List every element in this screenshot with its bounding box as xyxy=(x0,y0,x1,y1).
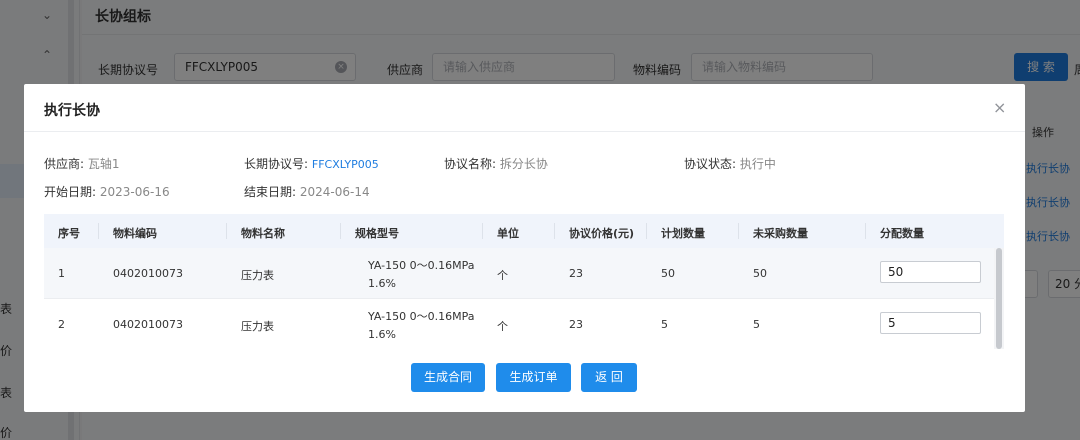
start-date-value: 2023-06-16 xyxy=(99,185,170,199)
price: 23 xyxy=(569,267,583,280)
end-date-value: 2024-06-14 xyxy=(299,185,370,199)
start-date-info: 开始日期: 2023-06-16 xyxy=(44,183,170,200)
price: 23 xyxy=(569,318,583,331)
column-divider xyxy=(340,223,341,239)
unit: 个 xyxy=(497,320,508,333)
supplier-label: 供应商: xyxy=(44,157,85,171)
table-row[interactable]: 1 0402010073 压力表 YA-150 0～0.16MPa 1.6% 个… xyxy=(44,248,994,299)
table-header: 序号 物料编码 物料名称 规格型号 单位 协议价格(元) 计划数量 未采购数量 … xyxy=(44,214,1004,248)
table-scrollbar[interactable] xyxy=(994,248,1004,349)
status-value: 执行中 xyxy=(739,157,776,171)
spec-line: YA-150 0～0.16MPa xyxy=(368,310,475,323)
material-table: 序号 物料编码 物料名称 规格型号 单位 协议价格(元) 计划数量 未采购数量 … xyxy=(44,214,1004,349)
spec-cell: YA-150 0～0.16MPa 1.6% xyxy=(368,257,474,293)
allocation-input[interactable]: 50 xyxy=(880,261,981,283)
material-code: 0402010073 xyxy=(113,267,183,280)
start-date-label: 开始日期: xyxy=(44,185,97,199)
column-divider xyxy=(226,223,227,239)
name-label: 协议名称: xyxy=(444,157,497,171)
row-number: 2 xyxy=(58,318,65,331)
spec-line: YA-150 0～0.16MPa xyxy=(368,259,475,272)
column-divider xyxy=(98,223,99,239)
column-header: 规格型号 xyxy=(355,227,399,240)
column-header: 协议价格(元) xyxy=(569,227,635,240)
remaining-qty: 5 xyxy=(753,318,760,331)
column-header: 分配数量 xyxy=(880,227,924,240)
column-divider xyxy=(646,223,647,239)
end-date-label: 结束日期: xyxy=(244,185,297,199)
row-number: 1 xyxy=(58,267,65,280)
unit: 个 xyxy=(497,269,508,282)
back-button[interactable]: 返 回 xyxy=(581,363,637,392)
column-divider xyxy=(738,223,739,239)
generate-contract-button[interactable]: 生成合同 xyxy=(411,363,485,392)
name-value: 拆分长协 xyxy=(499,157,548,171)
material-code: 0402010073 xyxy=(113,318,183,331)
column-header: 单位 xyxy=(497,227,519,240)
execute-agreement-dialog: 执行长协 × 供应商: 瓦轴1 长期协议号: FFCXLYP005 协议名称: … xyxy=(24,84,1025,412)
status-label: 协议状态: xyxy=(684,157,737,171)
agreement-label: 长期协议号: xyxy=(244,157,309,171)
plan-qty: 50 xyxy=(661,267,675,280)
remaining-qty: 50 xyxy=(753,267,767,280)
column-header: 计划数量 xyxy=(661,227,705,240)
dialog-title: 执行长协 xyxy=(44,103,100,119)
column-header: 序号 xyxy=(58,227,80,240)
dialog-header: 执行长协 × xyxy=(24,84,1025,132)
column-divider xyxy=(554,223,555,239)
plan-qty: 5 xyxy=(661,318,668,331)
agreement-value[interactable]: FFCXLYP005 xyxy=(312,158,379,171)
status-info: 协议状态: 执行中 xyxy=(684,155,776,172)
close-icon[interactable]: × xyxy=(993,98,1006,117)
spec-line: 1.6% xyxy=(368,328,396,341)
allocation-input[interactable]: 5 xyxy=(880,312,981,334)
spec-line: 1.6% xyxy=(368,277,396,290)
column-header: 未采购数量 xyxy=(753,227,808,240)
table-row[interactable]: 2 0402010073 压力表 YA-150 0～0.16MPa 1.6% 个… xyxy=(44,299,994,349)
column-header: 物料名称 xyxy=(241,227,285,240)
material-name: 压力表 xyxy=(241,320,274,333)
end-date-info: 结束日期: 2024-06-14 xyxy=(244,183,370,200)
supplier-info: 供应商: 瓦轴1 xyxy=(44,155,120,172)
supplier-value: 瓦轴1 xyxy=(87,157,120,171)
scrollbar-thumb[interactable] xyxy=(996,248,1002,349)
column-header: 物料编码 xyxy=(113,227,157,240)
column-divider xyxy=(865,223,866,239)
spec-cell: YA-150 0～0.16MPa 1.6% xyxy=(368,308,474,344)
material-name: 压力表 xyxy=(241,269,274,282)
name-info: 协议名称: 拆分长协 xyxy=(444,155,548,172)
agreement-info: 长期协议号: FFCXLYP005 xyxy=(244,155,379,172)
column-divider xyxy=(482,223,483,239)
generate-order-button[interactable]: 生成订单 xyxy=(496,363,571,392)
